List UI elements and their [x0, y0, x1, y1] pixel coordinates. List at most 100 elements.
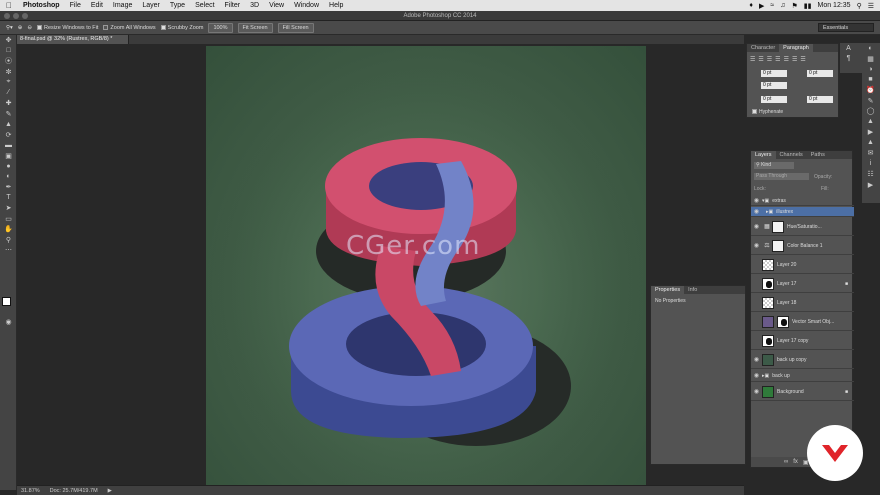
- document-tab[interactable]: 8-final.psd @ 32% (Rustrex, RGB/8) *: [17, 35, 129, 44]
- fx-icon[interactable]: fx: [793, 459, 798, 465]
- layer-row-illustrex[interactable]: ◉ ▸▣ illustrex: [751, 207, 854, 217]
- tab-info[interactable]: Info: [684, 286, 701, 294]
- fill-screen-button[interactable]: Fill Screen: [277, 22, 314, 33]
- menu-photoshop[interactable]: Photoshop: [18, 2, 65, 9]
- gradient-tool-icon[interactable]: ▣: [0, 151, 17, 162]
- menu-type[interactable]: Type: [165, 2, 190, 9]
- foreground-color-swatch[interactable]: [2, 297, 11, 306]
- space-after-field[interactable]: 0 pt: [807, 96, 833, 103]
- layer-row-color-balance[interactable]: ◉ ⚖ Color Balance 1: [751, 237, 854, 255]
- link-icon[interactable]: ∞: [784, 459, 788, 465]
- justify-center-icon[interactable]: ☰: [784, 56, 789, 63]
- dropbox-icon[interactable]: ♦: [749, 2, 753, 9]
- eye-icon[interactable]: ◉: [751, 388, 762, 395]
- eye-icon[interactable]: ◉: [751, 208, 762, 215]
- tab-layers[interactable]: Layers: [751, 151, 776, 159]
- move-tool-icon[interactable]: ✥: [0, 35, 17, 46]
- swatches-panel-icon[interactable]: ▦: [862, 54, 879, 65]
- history-brush-icon[interactable]: ⟳: [0, 130, 17, 141]
- timeline-panel-icon[interactable]: ▶: [862, 127, 879, 138]
- menu-window[interactable]: Window: [289, 2, 324, 9]
- justify-all-icon[interactable]: ☰: [800, 56, 805, 63]
- hyphenate-checkbox[interactable]: Hyphenate: [752, 109, 783, 115]
- minimize-window-button[interactable]: [13, 13, 19, 19]
- tab-paths[interactable]: Paths: [807, 151, 829, 159]
- zoom-window-button[interactable]: [22, 13, 28, 19]
- volume-icon[interactable]: ♫: [780, 2, 785, 9]
- eyedropper-tool-icon[interactable]: ⁄: [0, 88, 17, 99]
- align-center-icon[interactable]: ☰: [758, 56, 763, 63]
- info-panel-icon[interactable]: i: [862, 159, 879, 170]
- eye-icon[interactable]: ◉: [751, 242, 762, 249]
- indent-right-field[interactable]: 0 pt: [807, 70, 833, 77]
- styles-panel-icon[interactable]: ■: [862, 75, 879, 86]
- status-arrow-icon[interactable]: ▶: [108, 488, 112, 494]
- menu-filter[interactable]: Filter: [220, 2, 246, 9]
- zoom-tool-icon-box[interactable]: ⚲: [0, 235, 17, 246]
- bluetooth-icon[interactable]: ▶: [759, 2, 764, 10]
- eye-icon[interactable]: ◉: [751, 372, 762, 379]
- 3d-panel-icon[interactable]: ▲: [862, 138, 879, 149]
- actions-panel-icon[interactable]: ▶: [862, 180, 879, 191]
- history-panel-icon[interactable]: ⏰: [862, 85, 879, 96]
- indent-left-field[interactable]: 0 pt: [761, 70, 787, 77]
- space-before-field[interactable]: 0 pt: [761, 96, 787, 103]
- zoom-out-icon[interactable]: ⊖: [27, 25, 32, 31]
- menu-select[interactable]: Select: [190, 2, 219, 9]
- layer-row-background[interactable]: ◉ Background ■: [751, 383, 854, 401]
- menu-image[interactable]: Image: [108, 2, 137, 9]
- apple-icon[interactable]: : [0, 1, 18, 10]
- clone-panel-icon[interactable]: ◯: [862, 106, 879, 117]
- zoom-level[interactable]: 31.87%: [21, 488, 40, 494]
- tab-paragraph[interactable]: Paragraph: [779, 44, 813, 52]
- layer-comps-icon[interactable]: ☷: [862, 169, 879, 180]
- layer-row-back-up-copy[interactable]: ◉ back up copy: [751, 351, 854, 369]
- healing-tool-icon[interactable]: ✚: [0, 98, 17, 109]
- workspace-switcher[interactable]: Essentials: [818, 23, 874, 32]
- zoom-in-icon[interactable]: ⊕: [18, 25, 23, 31]
- eye-icon[interactable]: ◉: [751, 197, 762, 204]
- more-tools-icon[interactable]: ⋯: [0, 245, 17, 256]
- lasso-tool-icon[interactable]: ⦿: [0, 56, 17, 67]
- justify-right-icon[interactable]: ☰: [792, 56, 797, 63]
- tab-properties[interactable]: Properties: [651, 286, 685, 294]
- wifi-icon[interactable]: ≈: [770, 2, 774, 9]
- eraser-tool-icon[interactable]: ▬: [0, 140, 17, 151]
- menu-3d[interactable]: 3D: [245, 2, 264, 9]
- justify-left-icon[interactable]: ☰: [775, 56, 780, 63]
- eye-icon[interactable]: ◉: [751, 223, 762, 230]
- blur-tool-icon[interactable]: ●: [0, 161, 17, 172]
- layer-row-layer-17-copy[interactable]: Layer 17 copy: [751, 332, 854, 350]
- search-icon[interactable]: ⚲: [857, 2, 862, 10]
- menu-layer[interactable]: Layer: [137, 2, 165, 9]
- marquee-tool-icon[interactable]: □: [0, 46, 17, 57]
- char-panel-icon[interactable]: A: [840, 43, 857, 54]
- align-left-icon[interactable]: ☰: [750, 56, 755, 63]
- zoom-100-button[interactable]: 100%: [208, 22, 233, 33]
- color-panel-icon[interactable]: ◐: [862, 43, 879, 54]
- notes-panel-icon[interactable]: ✉: [862, 148, 879, 159]
- blend-mode-select[interactable]: Pass Through: [754, 173, 809, 180]
- layer-filter-kind[interactable]: ⚲ Kind: [754, 162, 794, 169]
- crop-tool-icon[interactable]: ⌖: [0, 77, 17, 88]
- document-canvas[interactable]: CGer.com: [206, 46, 646, 485]
- brush-panel-icon[interactable]: ✎: [862, 96, 879, 107]
- navigator-panel-icon[interactable]: ▲: [862, 117, 879, 128]
- menu-list-icon[interactable]: ☰: [868, 2, 874, 10]
- menu-help[interactable]: Help: [324, 2, 348, 9]
- tab-channels[interactable]: Channels: [776, 151, 807, 159]
- fit-screen-button[interactable]: Fit Screen: [237, 22, 273, 33]
- para-panel-icon[interactable]: ¶: [840, 54, 857, 65]
- menu-view[interactable]: View: [264, 2, 289, 9]
- menubar-clock[interactable]: Mon 12:35: [817, 2, 850, 9]
- resize-windows-checkbox[interactable]: Resize Windows to Fit: [37, 25, 98, 31]
- zoom-tool-icon[interactable]: ⚲▾: [6, 25, 13, 31]
- flag-icon[interactable]: ⚑: [791, 2, 797, 10]
- quick-mask-icon[interactable]: ◉: [0, 317, 17, 328]
- scrubby-zoom-checkbox[interactable]: Scrubby Zoom: [160, 25, 203, 31]
- tab-character[interactable]: Character: [747, 44, 779, 52]
- stamp-tool-icon[interactable]: ▲: [0, 119, 17, 130]
- quick-select-tool-icon[interactable]: ✼: [0, 67, 17, 78]
- layer-row-extras[interactable]: ◉ ▾▣ extras: [751, 196, 854, 206]
- battery-icon[interactable]: ▮▮: [804, 2, 812, 10]
